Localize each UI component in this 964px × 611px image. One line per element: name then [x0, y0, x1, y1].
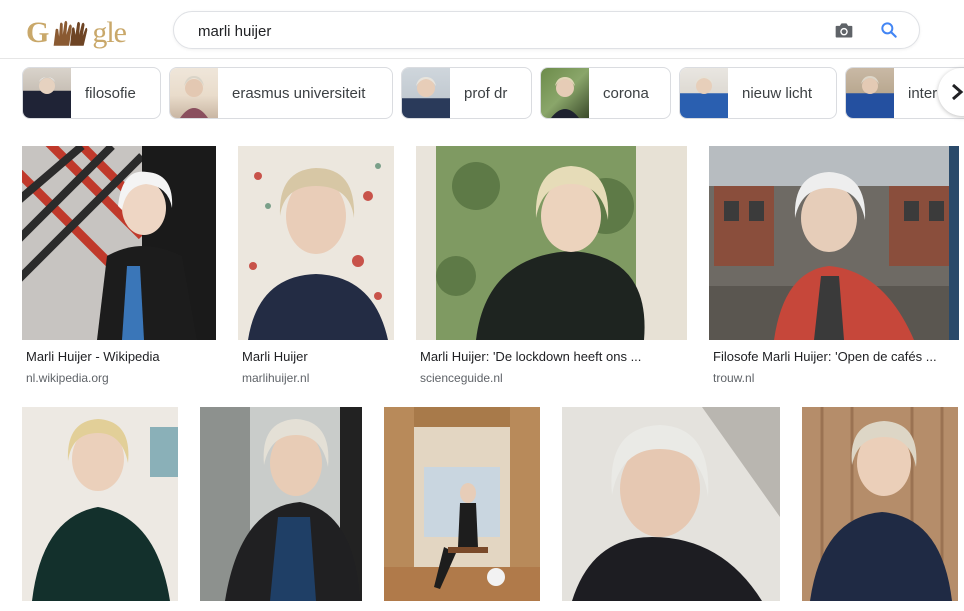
chip-thumbnail [402, 68, 450, 118]
portrait-image [384, 407, 540, 601]
portrait-image [562, 407, 780, 601]
image-result[interactable]: Marli Huijer marlihuijer.nl [238, 146, 394, 386]
result-source[interactable]: marlihuijer.nl [242, 371, 309, 385]
result-title[interactable]: Marli Huijer: 'De lockdown heeft ons ... [420, 349, 685, 364]
portrait-image [22, 146, 216, 340]
portrait-image [200, 407, 362, 601]
portrait-image [238, 146, 394, 340]
logo-letter-g: G [26, 16, 49, 49]
portrait-image [802, 407, 958, 601]
chip-thumbnail [846, 68, 894, 118]
image-result[interactable] [22, 407, 178, 601]
chip-thumbnail [170, 68, 218, 118]
search-box [173, 11, 920, 50]
chevron-right-icon [952, 83, 964, 101]
result-image[interactable] [22, 146, 216, 340]
result-title[interactable]: Marli Huijer - Wikipedia [26, 349, 216, 364]
image-result[interactable] [802, 407, 958, 601]
result-source[interactable]: nl.wikipedia.org [26, 371, 109, 385]
result-title[interactable]: Marli Huijer [242, 349, 392, 364]
portrait-image [709, 146, 959, 340]
portrait-thumb [180, 76, 208, 118]
chip-label: corona [603, 84, 649, 102]
chip-prof-dr[interactable]: prof dr [401, 67, 532, 119]
search-input[interactable] [196, 12, 800, 50]
chip-thumbnail [541, 68, 589, 118]
search-icon[interactable] [879, 20, 899, 40]
portrait-thumb [551, 77, 579, 118]
result-source[interactable]: scienceguide.nl [420, 371, 503, 385]
chip-erasmus-universiteit[interactable]: erasmus universiteit [169, 67, 393, 119]
image-result[interactable]: Marli Huijer - Wikipedia nl.wikipedia.or… [22, 146, 216, 386]
camera-icon[interactable] [834, 21, 854, 39]
image-result[interactable] [200, 407, 362, 601]
logo[interactable]: G gle [26, 16, 127, 52]
portrait-image [416, 146, 687, 340]
logo-rest: gle [92, 16, 127, 49]
related-searches: filosofie erasmus universiteit prof dr c… [0, 67, 964, 119]
chip-label: prof dr [464, 84, 508, 102]
chip-filosofie[interactable]: filosofie [22, 67, 161, 119]
chip-nieuw-licht[interactable]: nieuw licht [679, 67, 837, 119]
chip-label: erasmus universiteit [232, 84, 366, 102]
result-title[interactable]: Filosofe Marli Huijer: 'Open de cafés ..… [713, 349, 957, 364]
chip-label: filosofie [85, 84, 136, 102]
result-image[interactable] [709, 146, 959, 340]
chip-thumbnail [23, 68, 71, 118]
image-result[interactable]: Marli Huijer: 'De lockdown heeft ons ...… [416, 146, 687, 386]
result-image[interactable] [416, 146, 687, 340]
image-result[interactable] [384, 407, 540, 601]
portrait-image [22, 407, 178, 601]
hands-doodle-icon [53, 20, 88, 46]
portrait-thumb [861, 76, 879, 94]
result-source[interactable]: trouw.nl [713, 371, 754, 385]
portrait-thumb [39, 77, 55, 94]
result-image[interactable] [238, 146, 394, 340]
chip-label: nieuw licht [742, 84, 813, 102]
image-result[interactable]: Filosofe Marli Huijer: 'Open de cafés ..… [709, 146, 959, 386]
image-result[interactable] [562, 407, 780, 601]
chip-thumbnail [680, 68, 728, 118]
portrait-thumb [416, 77, 436, 97]
portrait-thumb [695, 76, 713, 94]
header: G gle [0, 0, 964, 59]
chip-corona[interactable]: corona [540, 67, 671, 119]
